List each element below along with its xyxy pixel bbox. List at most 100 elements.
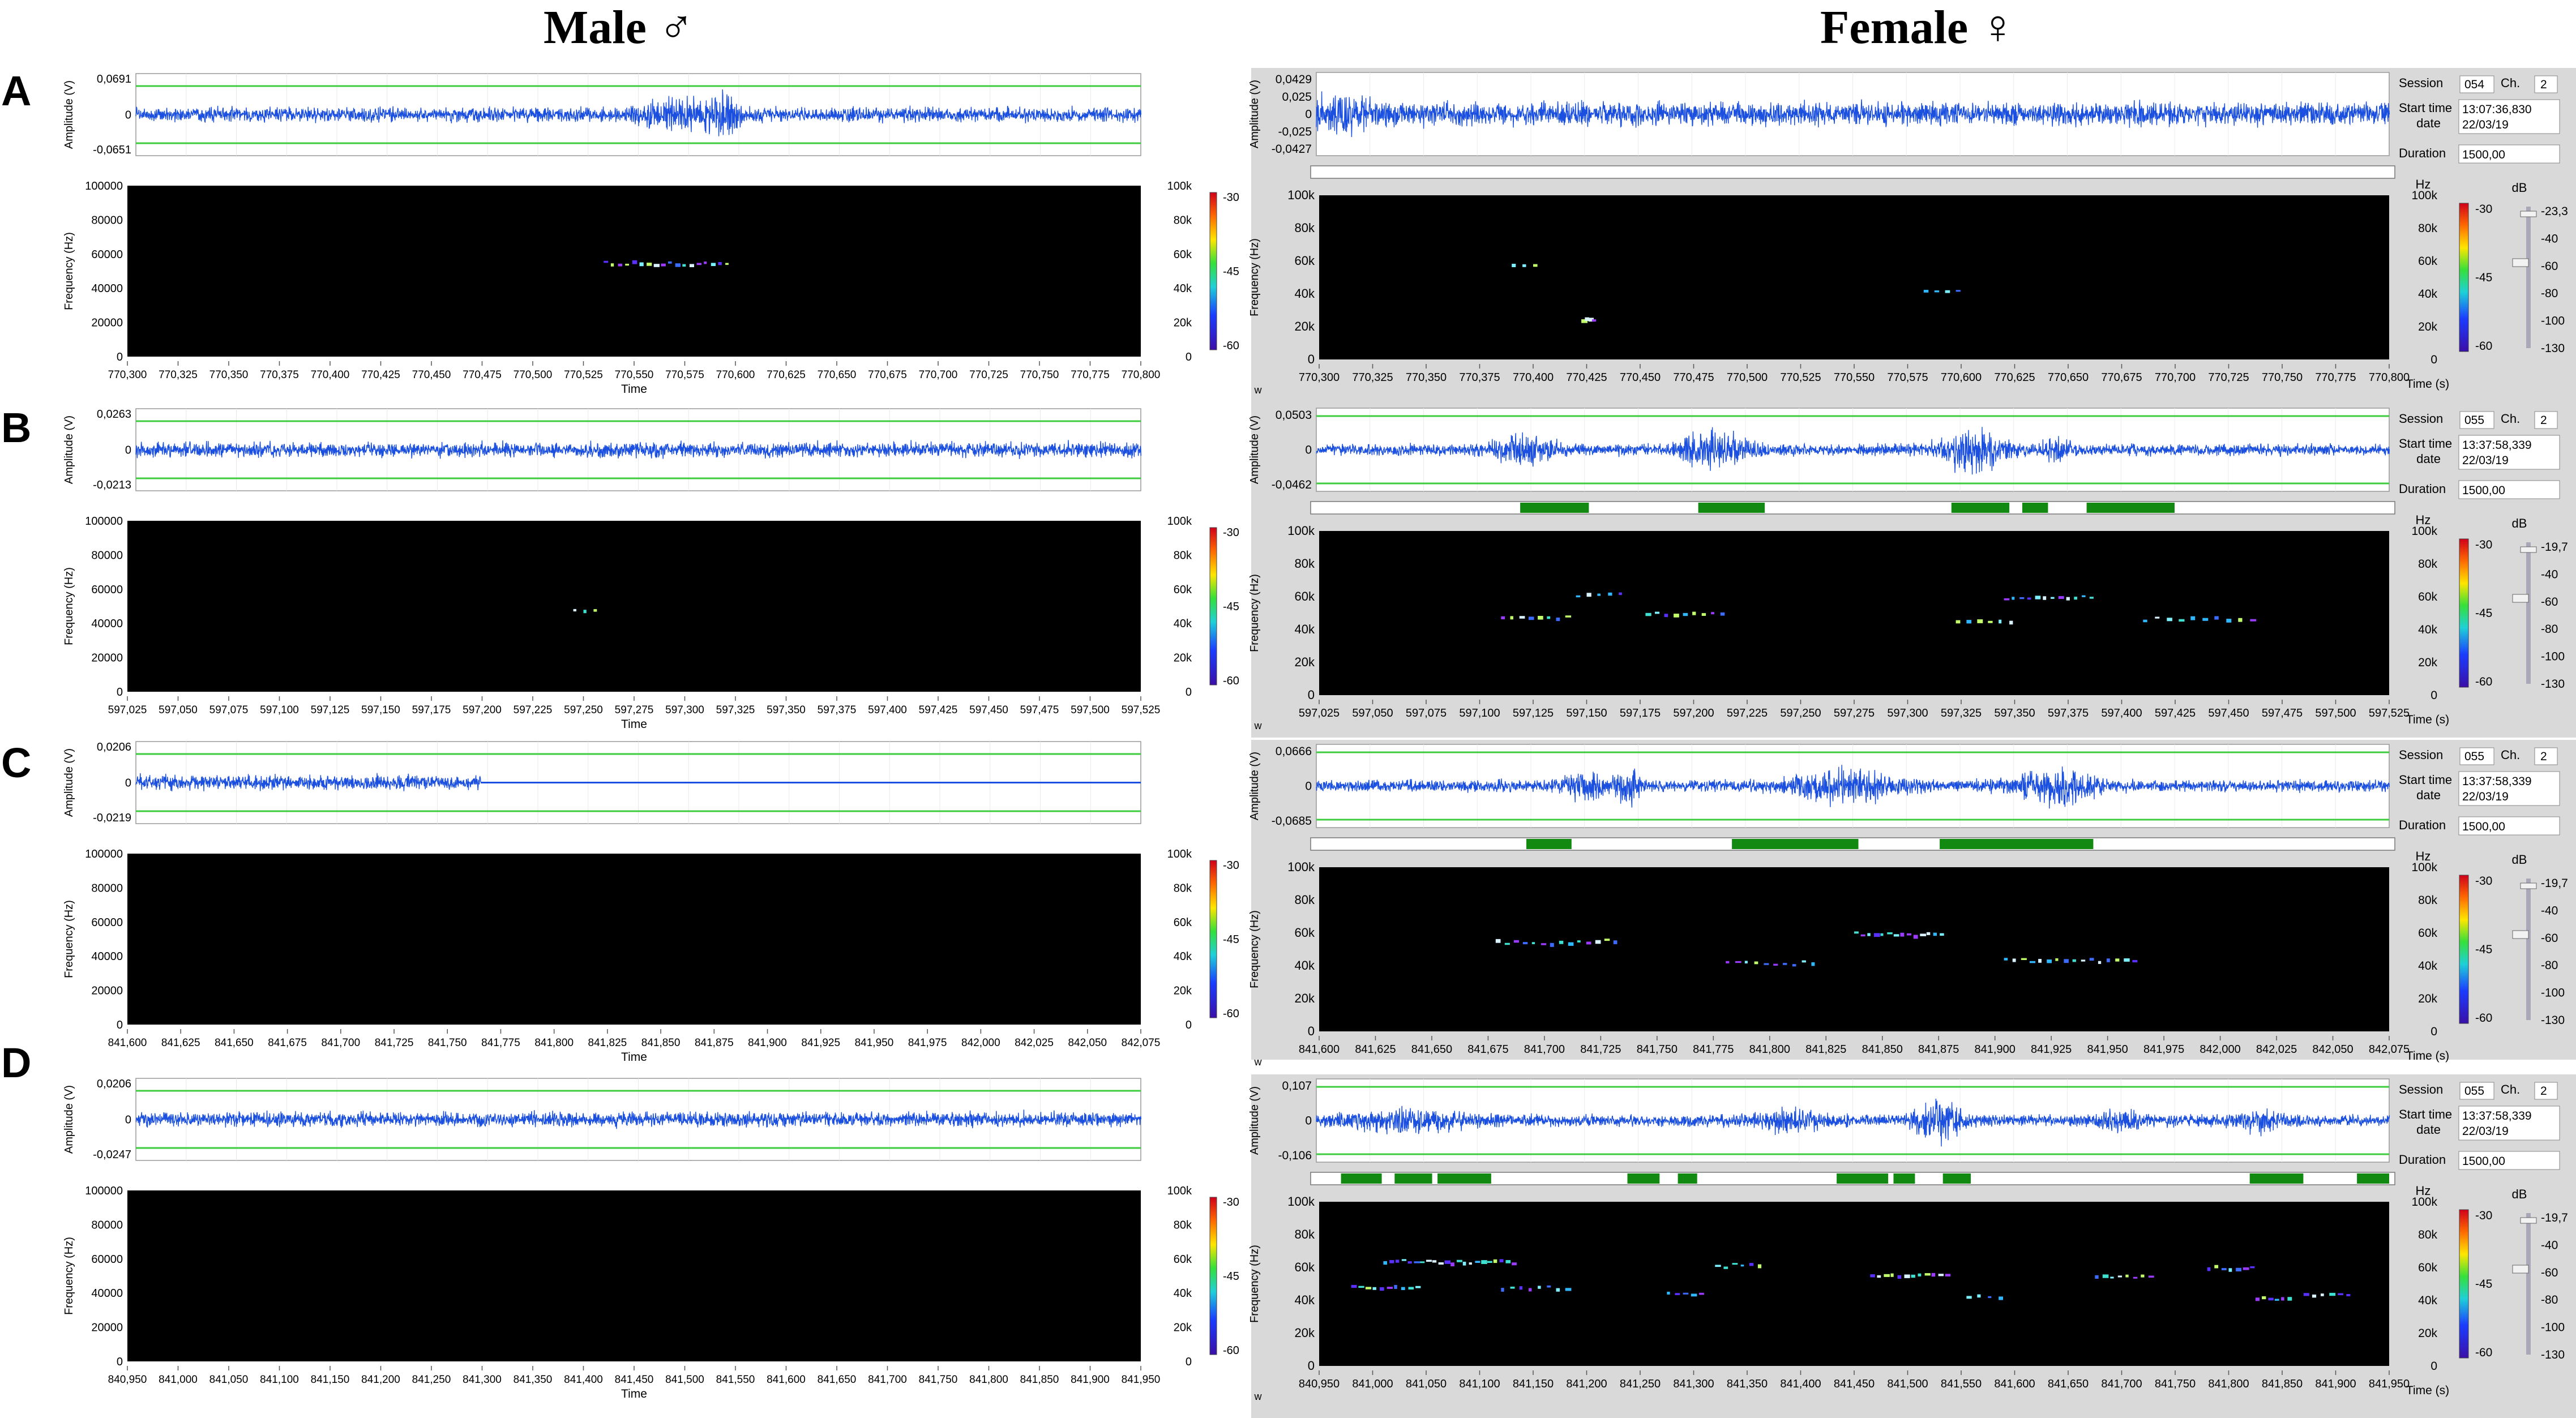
row-C-male-time-tick-13: 841,925 [801, 1037, 840, 1049]
row-C-female-time-tick-16: 842,000 [2200, 1043, 2240, 1056]
row-D-female-spec-blob-0-8 [1408, 1287, 1414, 1290]
row-B-female-ch-value: 2 [2540, 414, 2547, 427]
row-D-female-spec-blob-1-10 [1444, 1260, 1450, 1264]
row-D-male-cbar-db-tick-1: -45 [1223, 1270, 1239, 1283]
row-A-female-spec-blob-0-1 [1522, 264, 1526, 267]
row-B-female-cbar-freq-tick-3: 40k [2418, 623, 2437, 636]
row-D-female-time-tick-12: 841,550 [1941, 1378, 1982, 1390]
row-C-male-cbar-db-tick-1: -45 [1223, 933, 1239, 946]
row-C-female-spec-blob-0-6 [1550, 943, 1554, 947]
row-A-male-time-tick-12: 770,600 [716, 369, 755, 381]
row-B-female-spec-blob-0-5 [1547, 616, 1551, 619]
row-D-female-spec-blob-1-2 [1396, 1260, 1400, 1263]
row-B-male-freq-tick-3: 40000 [91, 618, 123, 630]
row-C-female-db-label: dB [2512, 852, 2527, 867]
row-A-male-cbar-db-tick-0: -30 [1223, 191, 1239, 204]
row-D-male-cbar-db-tick-2: -60 [1223, 1344, 1239, 1357]
row-D-female-spec-blob-5-7 [1918, 1273, 1922, 1276]
row-C-female-spec-blob-2-2 [1867, 933, 1871, 936]
row-A-male-cbar-freq-tick-3: 40k [1174, 282, 1192, 295]
row-D-female-time-tick-1: 841,000 [1352, 1378, 1393, 1390]
row-C-female-time-tick-4: 841,700 [1524, 1043, 1565, 1056]
row-C-female-spec-blob-1-9 [1811, 962, 1815, 966]
row-A-female-db-scale-tick-2: -60 [2541, 260, 2558, 273]
row-B-female-spec-blob-0-3 [1528, 616, 1534, 620]
row-D-female-spec-blob-0-5 [1387, 1287, 1393, 1289]
row-D-female-spec-blob-3-1 [1675, 1293, 1680, 1295]
row-B-male-amp-label: Amplitude (V) [63, 415, 75, 484]
row-C-male-time-tick-7: 841,775 [481, 1037, 520, 1049]
row-D-female-time-tick-2: 841,050 [1406, 1378, 1447, 1390]
row-B-male-time-tick-12: 597,325 [716, 704, 755, 716]
row-B-female-spec-blob-4-10 [2082, 595, 2086, 597]
row-D-female-spec-blob-3-3 [1691, 1293, 1697, 1297]
row-A-male-freq-tick-0: 100000 [85, 180, 123, 192]
row-A-female-cbar-freq-tick-4: 20k [2418, 320, 2437, 333]
row-C-female-duration-label: Duration [2399, 818, 2446, 832]
row-B-male-freq-tick-4: 20000 [91, 652, 123, 665]
row-D-male-freq-tick-3: 40000 [91, 1287, 123, 1300]
row-B-female-cbar-db-tick-1: -45 [2475, 607, 2492, 620]
row-C-female-spec-blob-0-0 [1495, 939, 1501, 943]
row-D-female-db-scale-tick-0: -19,7 [2541, 1211, 2568, 1224]
row-D-female-spec-blob-3-2 [1683, 1292, 1689, 1295]
row-A-female-session-value: 054 [2464, 78, 2484, 91]
row-C-female-time-tick-17: 842,025 [2256, 1043, 2297, 1056]
row-C-female-spec-blob-3-0 [2004, 958, 2008, 961]
row-B-female-spec-blob-0-0 [1501, 616, 1505, 619]
row-D-female-spec-blob-2-1 [1510, 1286, 1515, 1289]
row-C-female-spec-blob-1-2 [1744, 961, 1748, 963]
row-A-female-session-label: Session [2399, 76, 2443, 90]
row-B-female-start-label: Start time [2399, 436, 2452, 451]
row-A-female-freq-tick-0: 100k [1287, 188, 1315, 202]
row-D-female-spec-blob-9-5 [2287, 1297, 2292, 1301]
row-D-female-time-tick-15: 841,700 [2101, 1378, 2142, 1390]
row-C-female-spec-blob-2-1 [1860, 934, 1865, 937]
row-C-male-freq-label: Frequency (Hz) [63, 900, 75, 978]
row-D-male-time-tick-4: 841,150 [311, 1374, 350, 1386]
row-B-female-db-scale-tick-4: -100 [2541, 650, 2565, 663]
row-D-female-spec-blob-1-16 [1481, 1260, 1487, 1264]
row-C-female-freq-tick-3: 40k [1295, 958, 1315, 973]
row-C-male-amp-tick-1: 0 [125, 777, 131, 790]
row-A-male-spec-blob-0-6 [647, 263, 652, 266]
row-D-female-ch-label: Ch. [2501, 1082, 2520, 1096]
row-A-male-spec-blob-0-15 [711, 263, 716, 266]
row-D-female-detection-0 [1341, 1173, 1382, 1184]
row-D-female-spec-blob-10-5 [2346, 1294, 2351, 1296]
row-D-female-time-tick-7: 841,300 [1673, 1378, 1714, 1390]
row-A-female-amp-label: Amplitude (V) [1248, 80, 1261, 148]
row-B-female-amp-tick-0: 0,0503 [1276, 409, 1312, 422]
row-C-female-db-scale-tick-4: -100 [2541, 987, 2565, 1000]
row-D-female-spec-blob-8-5 [2243, 1267, 2249, 1270]
row-A-female-time-tick-1: 770,325 [1352, 371, 1393, 384]
row-C-female-amp-tick-1: 0 [1305, 780, 1312, 793]
row-B-female-spec-blob-3-0 [1955, 620, 1961, 624]
row-D-female-spec-blob-7-3 [2117, 1275, 2123, 1278]
row-D-female-spec-blob-4-0 [1715, 1265, 1721, 1267]
row-D-female-spec-blob-4-4 [1749, 1263, 1754, 1266]
row-C-female-start-label: Start time [2399, 773, 2452, 787]
row-C-female-spec-blob-1-7 [1792, 964, 1796, 967]
row-D-male-time-tick-16: 841,750 [919, 1374, 958, 1386]
row-C-female-db-scale-tick-3: -80 [2541, 959, 2558, 972]
row-C-female-time-tick-5: 841,725 [1580, 1043, 1621, 1056]
row-C-male-cbar-freq-tick-1: 80k [1174, 882, 1192, 894]
row-A-male-spec-blob-0-17 [725, 263, 729, 265]
row-A-female-amp-tick-2: 0 [1305, 108, 1312, 121]
row-A-female-time-tick-10: 770,550 [1834, 371, 1875, 384]
row-B-female-db-scale-tick-5: -130 [2541, 678, 2565, 691]
row-C-female-spec-blob-3-9 [2081, 959, 2086, 962]
row-D-female-spec-blob-3-4 [1698, 1292, 1704, 1295]
row-A-male-cbar-freq-tick-5: 0 [1186, 351, 1192, 363]
row-A-male-freq-tick-3: 40000 [91, 282, 123, 295]
row-A-female-ch-label: Ch. [2501, 76, 2520, 90]
row-B-female-spec-blob-4-2 [2019, 597, 2025, 599]
row-A-female-cbar-db-tick-2: -60 [2475, 340, 2492, 353]
row-D-female-spec-blob-6-3 [1999, 1296, 2003, 1300]
row-D-female-db-scale-tick-5: -130 [2541, 1348, 2565, 1361]
row-D-female-spec-blob-1-11 [1450, 1262, 1454, 1266]
row-B-female-start-value: 13:37:58,339 [2462, 439, 2532, 452]
row-B-female-amp-label: Amplitude (V) [1248, 415, 1261, 484]
row-C-female-db-slider-handle-top [2520, 882, 2537, 889]
